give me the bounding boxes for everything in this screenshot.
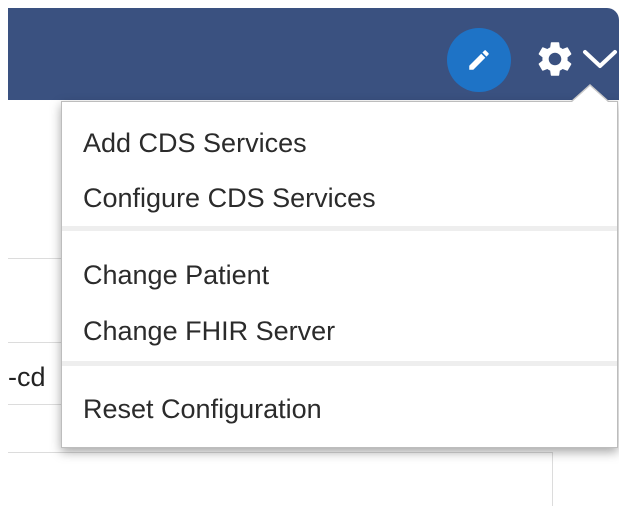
- content-divider: [8, 258, 68, 259]
- gear-icon: [538, 42, 572, 76]
- dropdown-caret: [572, 86, 608, 102]
- content-divider: [8, 404, 68, 405]
- chevron-down-icon: [583, 50, 617, 68]
- menu-item-change-fhir-server[interactable]: Change FHIR Server: [83, 314, 335, 348]
- settings-dropdown-menu: Add CDS Services Configure CDS Services …: [61, 101, 618, 448]
- app-window: -cd Add CDS Services Configure CDS Servi…: [0, 0, 619, 506]
- pencil-icon: [469, 50, 489, 70]
- menu-item-change-patient[interactable]: Change Patient: [83, 258, 269, 292]
- menu-divider: [62, 226, 617, 231]
- content-divider: [8, 342, 68, 343]
- menu-item-add-cds-services[interactable]: Add CDS Services: [83, 126, 307, 160]
- content-divider: [8, 452, 553, 453]
- menu-divider: [62, 361, 617, 366]
- settings-menu-toggle[interactable]: [528, 34, 619, 84]
- panel-border: [552, 452, 553, 506]
- background-text: -cd: [8, 362, 46, 392]
- menu-item-configure-cds-services[interactable]: Configure CDS Services: [83, 181, 376, 215]
- edit-button[interactable]: [447, 28, 511, 92]
- menu-item-reset-configuration[interactable]: Reset Configuration: [83, 392, 322, 426]
- header-bar: [8, 8, 619, 100]
